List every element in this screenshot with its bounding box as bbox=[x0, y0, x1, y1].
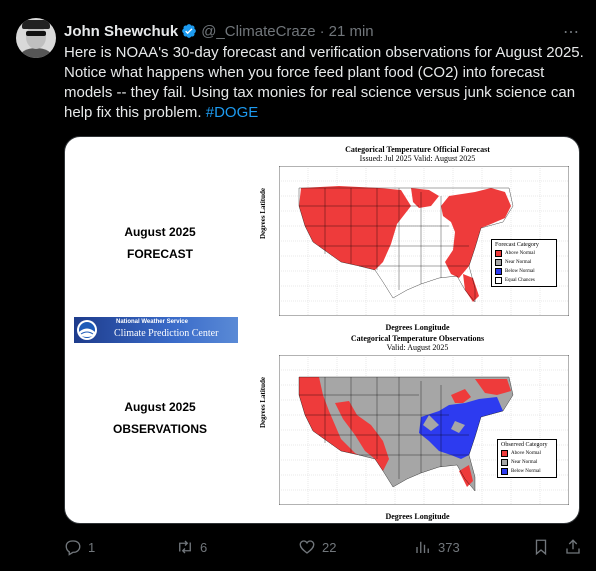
observations-label-line2: OBSERVATIONS bbox=[112, 422, 207, 436]
obs-legend-row-below: Below Normal bbox=[501, 468, 553, 475]
obs-map-title: Categorical Temperature Observations bbox=[350, 334, 485, 343]
reply-icon bbox=[65, 540, 81, 556]
obs-legend-row-near: Near Normal bbox=[501, 459, 553, 466]
like-count: 22 bbox=[322, 539, 337, 555]
obs-map-subtitle: Valid: August 2025 bbox=[386, 343, 449, 352]
reply-count: 1 bbox=[88, 539, 96, 555]
forecast-map-xlabel: Degrees Longitude bbox=[385, 323, 450, 332]
more-options-icon[interactable]: ⋯ bbox=[563, 22, 580, 42]
cpc-label: Climate Prediction Center bbox=[114, 328, 219, 339]
post-body: Here is NOAA's 30-day forecast and verif… bbox=[64, 44, 584, 121]
post-text: Here is NOAA's 30-day forecast and verif… bbox=[64, 43, 584, 123]
forecast-label-line1: August 2025 bbox=[124, 225, 196, 239]
heart-icon bbox=[299, 540, 315, 554]
bookmark-icon bbox=[535, 539, 547, 556]
legend-row-equal: Equal Chances bbox=[495, 277, 553, 284]
repost-icon bbox=[179, 540, 191, 554]
repost-count: 6 bbox=[200, 539, 208, 555]
verified-badge-icon bbox=[182, 24, 197, 38]
author-handle[interactable]: @_ClimateCraze bbox=[201, 23, 315, 40]
observations-map: Categorical Temperature Observations Val… bbox=[259, 333, 570, 521]
hashtag-link[interactable]: #DOGE bbox=[206, 104, 259, 121]
legend-row-below: Below Normal bbox=[495, 268, 553, 275]
obs-legend-title: Observed Category bbox=[501, 442, 548, 448]
nws-cpc-banner: National Weather Service Climate Predict… bbox=[74, 317, 238, 343]
obs-legend-row-above: Above Normal bbox=[501, 450, 553, 457]
repost-button[interactable]: 6 bbox=[176, 538, 207, 556]
legend-row-above: Above Normal bbox=[495, 250, 553, 257]
header-separator: · bbox=[319, 22, 325, 40]
tweet: John Shewchuk @_ClimateCraze · 21 min ⋯ … bbox=[0, 0, 596, 571]
forecast-map: Categorical Temperature Official Forecas… bbox=[259, 144, 570, 332]
tweet-header: John Shewchuk @_ClimateCraze · 21 min bbox=[64, 21, 374, 41]
forecast-map-title: Categorical Temperature Official Forecas… bbox=[345, 145, 490, 154]
forecast-legend-title: Forecast Category bbox=[495, 242, 539, 248]
post-image[interactable]: August 2025 FORECAST National Weather Se… bbox=[64, 136, 580, 524]
views-button[interactable]: 373 bbox=[414, 538, 460, 556]
forecast-label: August 2025 FORECAST bbox=[65, 221, 255, 265]
avatar[interactable] bbox=[16, 18, 56, 58]
obs-legend: Observed Category Above Normal Near Norm… bbox=[497, 439, 557, 478]
views-count: 373 bbox=[438, 539, 460, 555]
obs-map-plot bbox=[279, 355, 569, 505]
action-bar: 1 6 22 373 bbox=[64, 538, 584, 558]
legend-row-near: Near Normal bbox=[495, 259, 553, 266]
forecast-map-subtitle: Issued: Jul 2025 Valid: August 2025 bbox=[359, 154, 476, 163]
noaa-logo-icon bbox=[77, 320, 97, 340]
obs-map-xlabel: Degrees Longitude bbox=[385, 512, 450, 521]
forecast-label-line2: FORECAST bbox=[127, 247, 193, 261]
nws-label: National Weather Service bbox=[116, 319, 188, 325]
obs-map-ylabel: Degrees Latitude bbox=[259, 377, 267, 428]
share-button[interactable] bbox=[564, 538, 588, 556]
forecast-legend: Forecast Category Above Normal Near Norm… bbox=[491, 239, 557, 287]
like-button[interactable]: 22 bbox=[298, 538, 336, 556]
bookmark-button[interactable] bbox=[532, 538, 556, 556]
share-icon bbox=[566, 539, 580, 554]
observations-label-line1: August 2025 bbox=[124, 400, 196, 414]
observations-label: August 2025 OBSERVATIONS bbox=[65, 396, 255, 440]
post-time[interactable]: 21 min bbox=[329, 23, 374, 40]
forecast-map-ylabel: Degrees Latitude bbox=[259, 188, 267, 239]
reply-button[interactable]: 1 bbox=[64, 538, 95, 556]
analytics-icon bbox=[416, 541, 429, 553]
author-name[interactable]: John Shewchuk bbox=[64, 23, 178, 40]
